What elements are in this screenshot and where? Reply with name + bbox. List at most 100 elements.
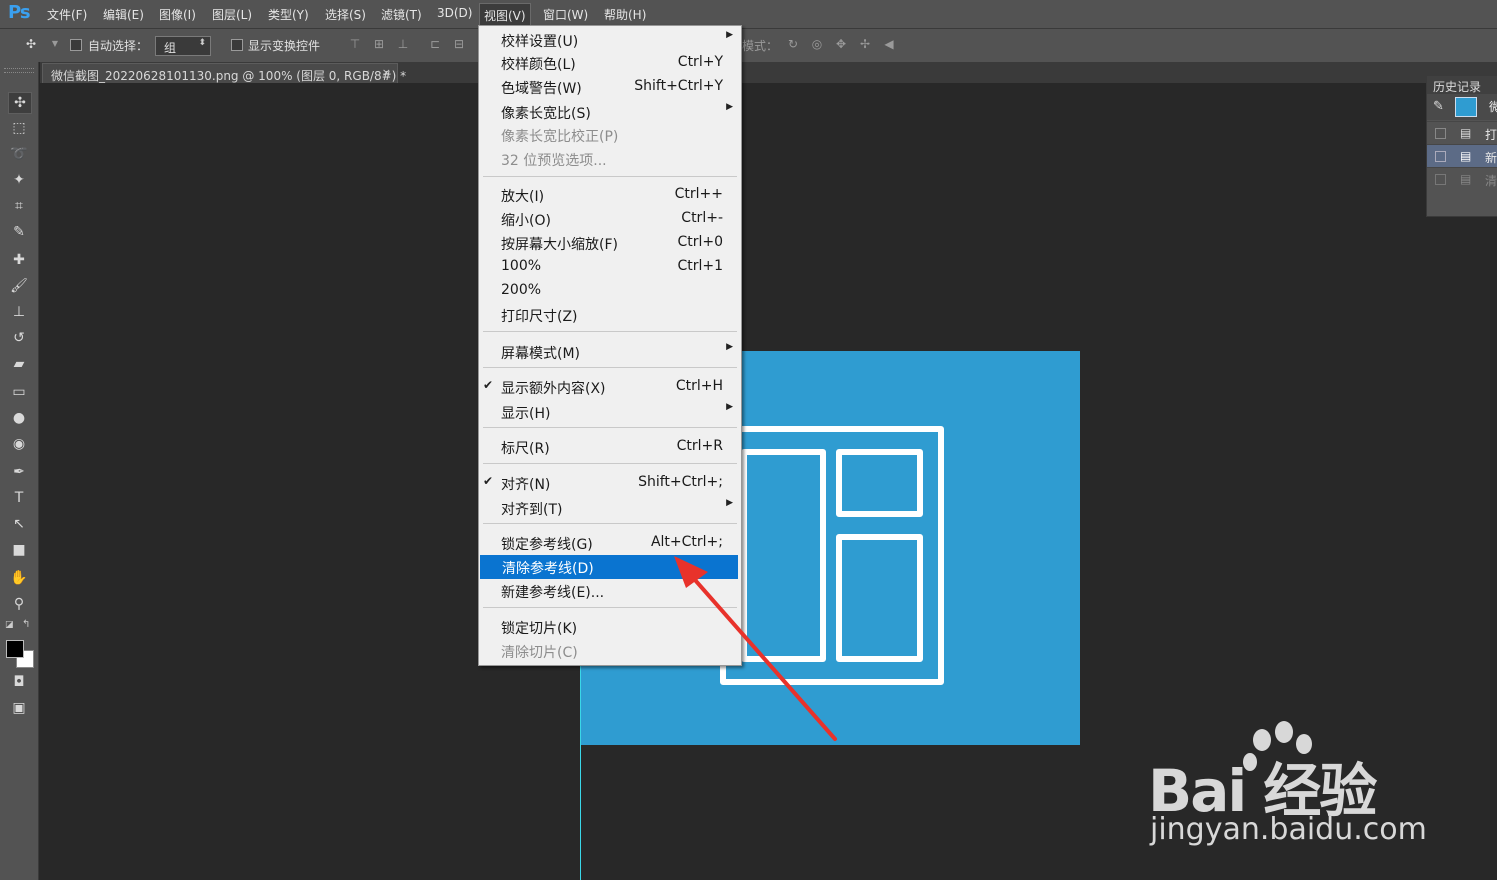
menu-item-pixel-aspect-ratio[interactable]: 像素长宽比(S) ▶ [479, 100, 741, 124]
menu-item-gamut-warning[interactable]: 色域警告(W) Shift+Ctrl+Y [479, 75, 741, 99]
swap-colors-icon[interactable]: ↰ [22, 619, 30, 630]
auto-select-label: 自动选择： [88, 39, 149, 53]
menu-item-zoom-out[interactable]: 缩小(O) Ctrl+- [479, 207, 741, 231]
history-snapshot-row[interactable]: ✎ 微 [1427, 94, 1497, 120]
history-step[interactable]: ▤ 打 [1427, 121, 1497, 144]
3d-drag-icon[interactable]: ✥ [834, 37, 848, 51]
watermark-url: jingyan.baidu.com [1150, 812, 1427, 847]
3d-scale-icon[interactable]: ◀ [882, 37, 896, 51]
eraser-tool-icon[interactable]: ▰ [8, 354, 30, 374]
3d-roll-icon[interactable]: ◎ [810, 37, 824, 51]
snapshot-label: 微 [1489, 100, 1497, 114]
history-checkbox[interactable] [1435, 128, 1446, 139]
type-tool-icon[interactable]: T [8, 488, 30, 508]
default-colors-icon[interactable]: ◪ [5, 620, 14, 630]
magic-wand-tool-icon[interactable]: ✦ [8, 170, 30, 190]
menu-image[interactable]: 图像(I) [159, 6, 196, 23]
menu-help[interactable]: 帮助(H) [604, 6, 646, 23]
healing-brush-tool-icon[interactable]: ✚ [8, 250, 30, 270]
menu-item-proof-colors[interactable]: 校样颜色(L) Ctrl+Y [479, 51, 741, 75]
document-icon: ▤ [1460, 126, 1472, 140]
eyedropper-tool-icon[interactable]: ✎ [8, 222, 30, 242]
zoom-tool-icon[interactable]: ⚲ [8, 594, 30, 614]
brush-icon: ✎ [1433, 99, 1444, 114]
menu-item-show[interactable]: 显示(H) ▶ [479, 400, 741, 424]
menu-item-100-percent[interactable]: 100% Ctrl+1 [479, 255, 741, 279]
marquee-tool-icon[interactable]: ⬚ [8, 118, 30, 138]
menu-item-zoom-in[interactable]: 放大(I) Ctrl++ [479, 183, 741, 207]
rectangle-tool-icon[interactable]: ■ [8, 540, 30, 560]
snapshot-thumbnail [1455, 97, 1477, 117]
submenu-arrow-icon: ▶ [726, 498, 733, 508]
menu-type[interactable]: 类型(Y) [268, 6, 309, 23]
history-panel-title: 历史记录 [1433, 80, 1482, 94]
history-step[interactable]: ▤ 新 [1427, 144, 1497, 167]
align-bottom-icon[interactable]: ⊥ [396, 37, 410, 51]
history-checkbox[interactable] [1435, 174, 1446, 185]
history-step-label: 打 [1485, 128, 1497, 142]
menu-select[interactable]: 选择(S) [325, 6, 366, 23]
brush-tool-icon[interactable]: 🖌 [8, 276, 30, 296]
history-step-label: 新 [1485, 151, 1497, 165]
history-checkbox[interactable] [1435, 151, 1446, 162]
align-top-icon[interactable]: ⊤ [348, 37, 362, 51]
close-icon[interactable]: × [382, 66, 391, 79]
auto-select-checkbox[interactable] [70, 39, 82, 51]
document-tab[interactable]: 微信截图_20220628101130.png @ 100% (图层 0, RG… [42, 63, 406, 84]
3d-rotate-icon[interactable]: ↻ [786, 37, 800, 51]
menu-filter[interactable]: 滤镜(T) [381, 6, 422, 23]
move-tool-preset-icon[interactable]: ✣ [24, 37, 38, 51]
pen-tool-icon[interactable]: ✒ [8, 462, 30, 482]
document-icon: ▤ [1460, 172, 1472, 186]
lasso-tool-icon[interactable]: ➰ [8, 144, 30, 164]
auto-select-value: 组 [164, 41, 177, 55]
menu-item-print-size[interactable]: 打印尺寸(Z) [479, 303, 741, 327]
menu-separator [483, 176, 737, 177]
hand-tool-icon[interactable]: ✋ [8, 568, 30, 588]
panel-grip[interactable] [4, 68, 34, 73]
move-tool-icon[interactable]: ✣ [8, 92, 32, 114]
menu-item-screen-mode[interactable]: 屏幕模式(M) ▶ [479, 340, 741, 364]
path-selection-tool-icon[interactable]: ↖ [8, 514, 30, 534]
checkmark-icon: ✔ [483, 474, 494, 488]
history-brush-tool-icon[interactable]: ↺ [8, 328, 30, 348]
menu-separator [483, 331, 737, 332]
menu-window[interactable]: 窗口(W) [543, 6, 588, 23]
menu-3d[interactable]: 3D(D) [437, 6, 472, 20]
chevron-down-icon[interactable]: ▼ [48, 37, 62, 51]
menu-layer[interactable]: 图层(L) [212, 6, 252, 23]
3d-slide-icon[interactable]: ✢ [858, 37, 872, 51]
auto-select-dropdown[interactable]: 组 ⬍ [155, 36, 211, 56]
screen-mode-icon[interactable]: ▣ [8, 698, 30, 718]
align-left-icon[interactable]: ⊏ [428, 37, 442, 51]
submenu-arrow-icon: ▶ [726, 342, 733, 352]
menu-item-32bit-preview: 32 位预览选项... [501, 153, 607, 169]
menu-separator [483, 367, 737, 368]
quick-mask-icon[interactable]: ◘ [8, 672, 30, 692]
submenu-arrow-icon: ▶ [726, 30, 733, 40]
menu-edit[interactable]: 编辑(E) [103, 6, 144, 23]
menu-item-snap-to[interactable]: 对齐到(T) ▶ [479, 496, 741, 520]
foreground-color-swatch[interactable] [6, 640, 24, 658]
align-hcenter-icon[interactable]: ⊟ [452, 37, 466, 51]
dodge-tool-icon[interactable]: ◉ [8, 434, 30, 454]
menu-item-200-percent[interactable]: 200% [479, 279, 741, 303]
history-step[interactable]: ▤ 清 [1427, 167, 1497, 190]
crop-tool-icon[interactable]: ⌗ [8, 196, 30, 216]
menu-file[interactable]: 文件(F) [47, 6, 87, 23]
menu-separator [483, 523, 737, 524]
history-panel-header[interactable]: 历史记录 [1427, 76, 1497, 94]
document-icon: ▤ [1460, 149, 1472, 163]
menu-item-snap[interactable]: ✔ 对齐(N) Shift+Ctrl+; [479, 471, 741, 495]
menu-item-proof-setup[interactable]: 校样设置(U) ▶ [479, 28, 741, 52]
show-transform-checkbox[interactable] [231, 39, 243, 51]
menu-bar: Ps 文件(F) 编辑(E) 图像(I) 图层(L) 类型(Y) 选择(S) 滤… [0, 0, 1497, 28]
blur-tool-icon[interactable]: ● [8, 408, 30, 428]
menu-item-show-extras[interactable]: ✔ 显示额外内容(X) Ctrl+H [479, 375, 741, 399]
align-vcenter-icon[interactable]: ⊞ [372, 37, 386, 51]
menu-item-rulers[interactable]: 标尺(R) Ctrl+R [479, 435, 741, 459]
photoshop-logo: Ps [8, 2, 31, 23]
gradient-tool-icon[interactable]: ▭ [8, 382, 30, 402]
stamp-tool-icon[interactable]: ⊥ [8, 302, 30, 322]
menu-item-fit-on-screen[interactable]: 按屏幕大小缩放(F) Ctrl+0 [479, 231, 741, 255]
